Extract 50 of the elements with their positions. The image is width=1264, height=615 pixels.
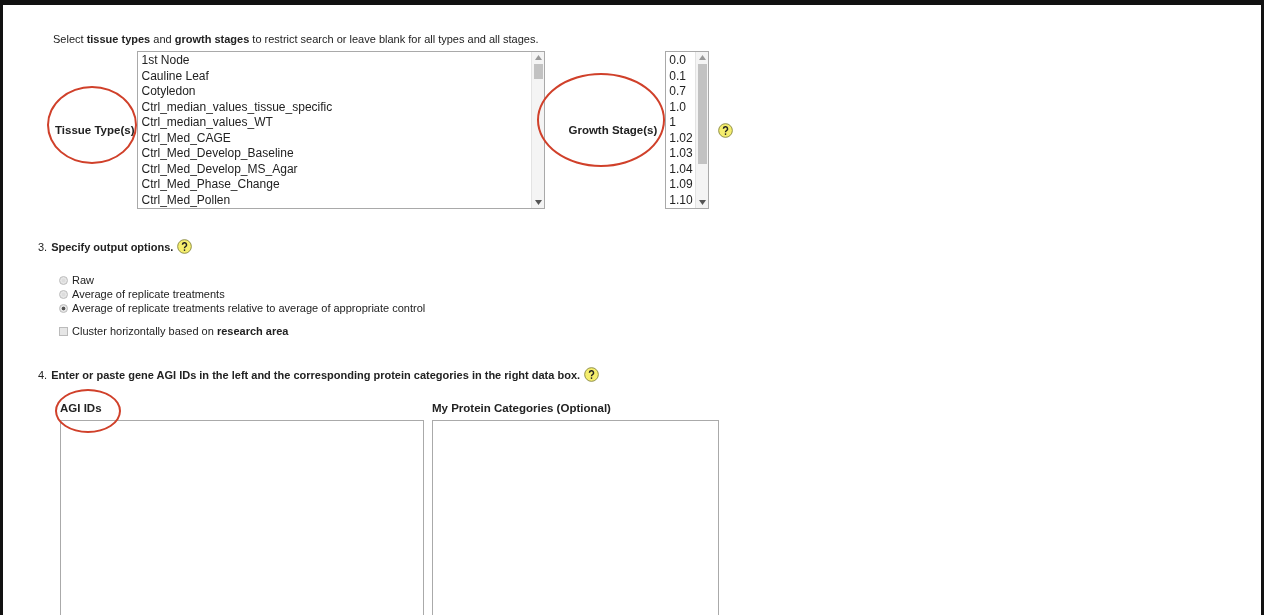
list-option[interactable]: 1.10 <box>669 192 693 208</box>
intro-text: Select tissue types and growth stages to restrict search or leave blank for all types and all stages. <box>53 33 540 45</box>
list-option[interactable]: Ctrl_Med_CAGE <box>141 130 529 146</box>
scroll-down-icon[interactable] <box>698 200 706 205</box>
list-option[interactable]: 0.1 <box>669 68 693 84</box>
section-title: Enter or paste gene AGI IDs in the left and the corresponding protein categories in the right data box. <box>51 368 581 381</box>
scrollbar-thumb[interactable] <box>697 64 707 164</box>
list-option[interactable]: Ctrl_Med_Pollen <box>141 192 529 208</box>
growth-stage-listbox[interactable]: 0.0 0.1 0.7 1.0 1 1.02 1.03 1.04 1.09 1.10 <box>665 51 710 209</box>
radio-label: Average of replicate treatments relative to average of appropriate control <box>72 302 426 314</box>
radio-button[interactable] <box>59 303 68 313</box>
list-option[interactable]: 1st Node <box>141 53 529 69</box>
list-option[interactable]: Cotyledon <box>141 84 529 100</box>
scrollbar-thumb[interactable] <box>533 64 543 79</box>
radio-button[interactable] <box>59 275 68 285</box>
list-option[interactable]: 1.02 <box>669 130 693 146</box>
help-icon[interactable] <box>718 122 734 138</box>
radio-button[interactable] <box>59 289 68 299</box>
section-title: Specify output options. <box>51 240 174 253</box>
list-option[interactable]: Ctrl_median_values_WT <box>141 115 529 131</box>
scroll-up-icon[interactable] <box>698 55 706 60</box>
radio-label: Average of replicate treatments <box>72 288 225 300</box>
list-option[interactable]: 1.04 <box>669 161 693 177</box>
section-number: 3. <box>38 240 48 253</box>
list-option[interactable]: Ctrl_Med_Develop_Baseline <box>141 146 529 162</box>
radio-label: Raw <box>72 274 94 286</box>
section-number: 4. <box>38 368 48 381</box>
input-field[interactable] <box>60 420 424 615</box>
scroll-up-icon[interactable] <box>534 55 542 60</box>
input-field[interactable] <box>432 420 719 615</box>
list-option[interactable]: 1.09 <box>669 177 693 193</box>
list-option[interactable]: 1.03 <box>669 146 693 162</box>
growth-stage-label: Growth Stage(s) <box>568 124 658 136</box>
help-icon[interactable] <box>177 239 193 254</box>
tissue-type-listbox[interactable]: 1st Node Cauline Leaf Cotyledon Ctrl_median_values_tissue_specific Ctrl_median_values_WT Ctrl_Med_CAGE Ctrl_Med_Develop_Baseline Ctrl_Med_Develop_MS_Agar Ctrl_Med_Phase_Change Ctrl_Med_Pollen <box>137 51 546 209</box>
field-label: AGI IDs <box>60 402 102 414</box>
list-option[interactable]: 1.0 <box>669 99 693 115</box>
list-option[interactable]: 1 <box>669 115 693 131</box>
list-option[interactable]: Ctrl_median_values_tissue_specific <box>141 99 529 115</box>
list-option[interactable]: Cauline Leaf <box>141 68 529 84</box>
scroll-down-icon[interactable] <box>534 200 542 205</box>
list-option[interactable]: 0.7 <box>669 84 693 100</box>
tissue-type-label: Tissue Type(s) <box>55 124 135 136</box>
help-icon[interactable] <box>584 367 600 382</box>
list-option[interactable]: 0.0 <box>669 53 693 69</box>
checkbox-label: Cluster horizontally based on research area <box>72 325 289 337</box>
checkbox[interactable] <box>59 326 68 336</box>
list-option[interactable]: Ctrl_Med_Develop_MS_Agar <box>141 161 529 177</box>
list-option[interactable]: Ctrl_Med_Phase_Change <box>141 177 529 193</box>
field-label: My Protein Categories (Optional) <box>432 402 611 414</box>
